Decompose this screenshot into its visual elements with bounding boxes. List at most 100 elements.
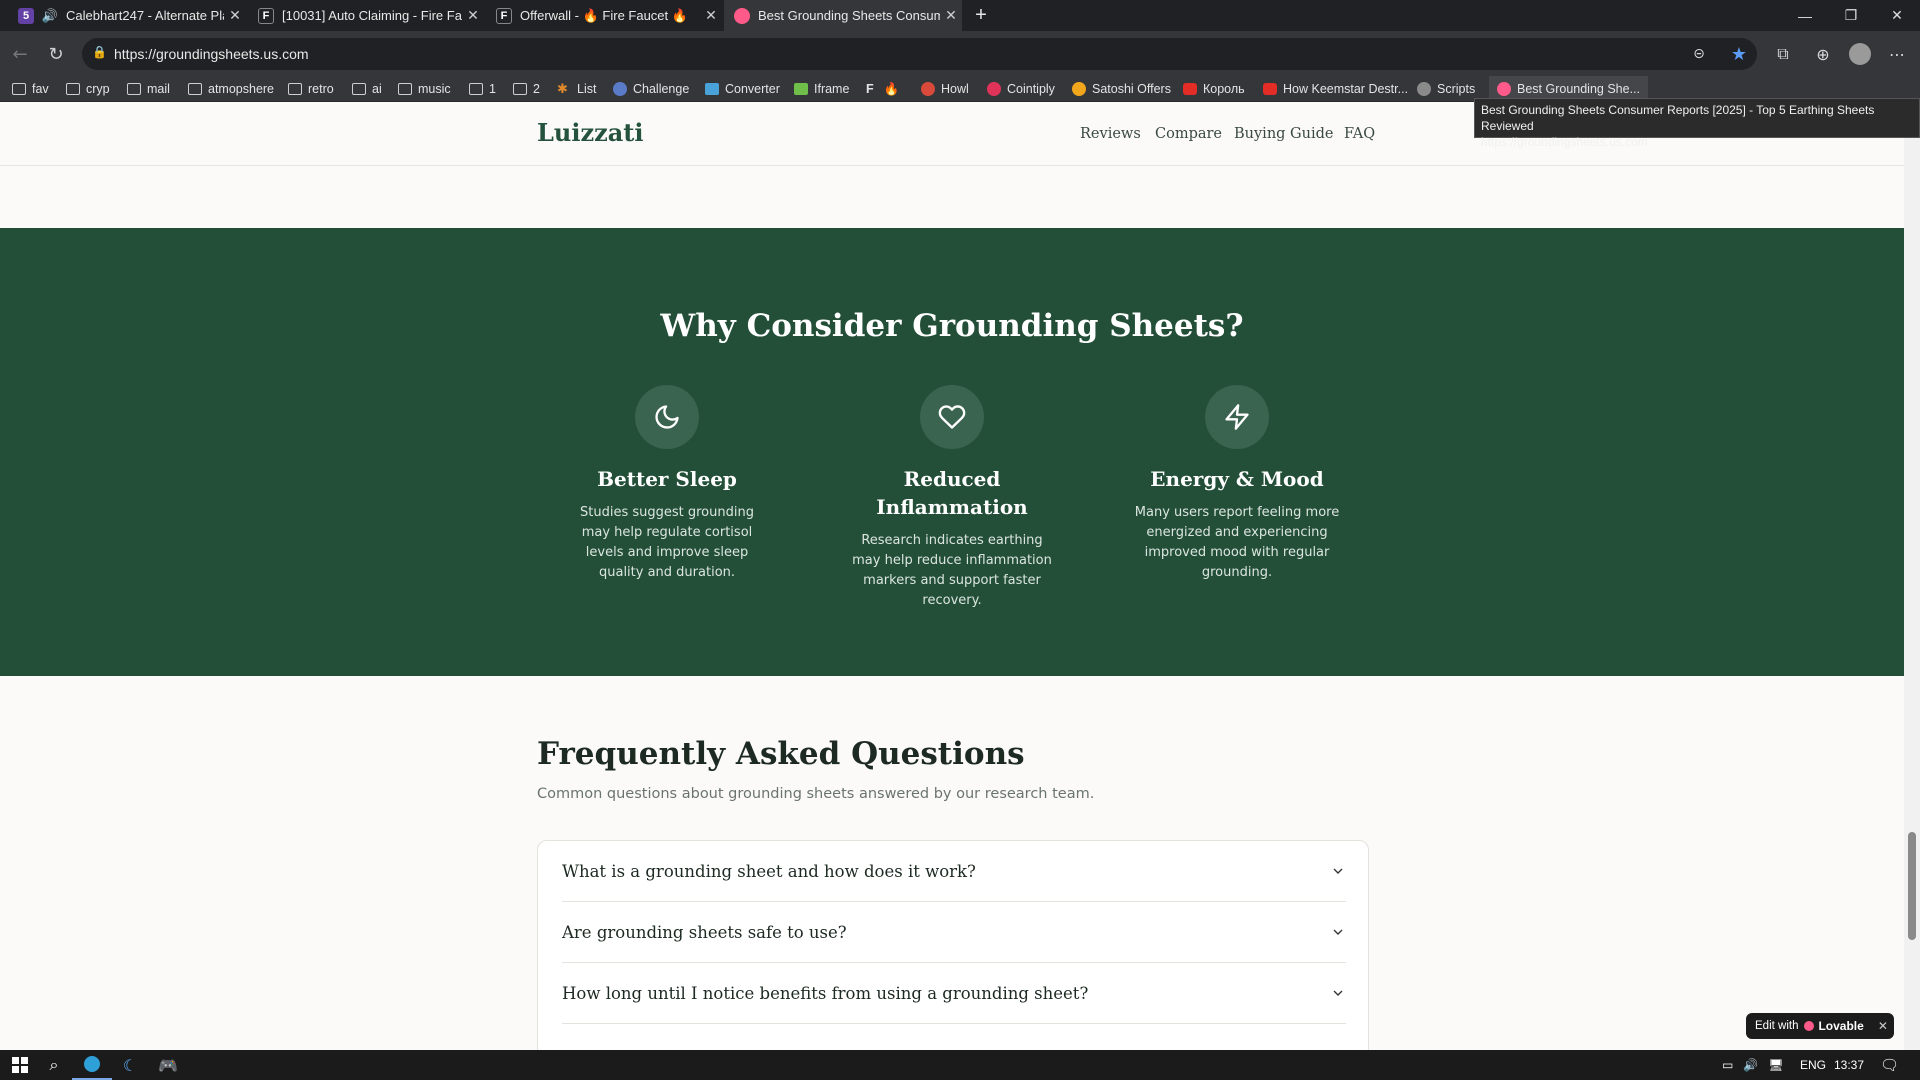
faq-item[interactable]: Are grounding sheets safe to use? [562, 902, 1346, 963]
bookmark-label: atmopshere [208, 82, 275, 96]
close-tab-icon[interactable]: ✕ [224, 7, 246, 24]
close-window-button[interactable]: ✕ [1874, 0, 1920, 31]
tab-calebhart[interactable]: 5 🔊 Calebhart247 - Alternate Play ✕ [8, 0, 246, 31]
nav-faq[interactable]: FAQ [1344, 126, 1375, 142]
tab-title: Calebhart247 - Alternate Play [66, 8, 224, 23]
close-tab-icon[interactable]: ✕ [940, 7, 962, 24]
bookmark-tooltip: Best Grounding Sheets Consumer Reports [… [1474, 98, 1920, 149]
game-icon[interactable]: 🎮 [148, 1050, 188, 1080]
url-bar[interactable]: 🔒 https://groundingsheets.us.com [82, 38, 1757, 70]
tab-offerwall[interactable]: F Offerwall - 🔥 Fire Faucet 🔥 ✕ [486, 0, 722, 31]
tab-auto-claiming[interactable]: F [10031] Auto Claiming - Fire Fauc ✕ [248, 0, 484, 31]
more-menu-icon[interactable]: ⋯ [1884, 41, 1910, 67]
reader-mode-icon[interactable]: ⊝ [1686, 41, 1712, 67]
bookmark-atmopshere[interactable]: atmopshere [188, 76, 274, 102]
new-tab-button[interactable]: + [966, 0, 996, 31]
site-logo[interactable]: Luizzati [537, 118, 643, 147]
feature-reduced-inflammation: Reduced Inflammation Research indicates … [837, 385, 1067, 611]
nav-reviews[interactable]: Reviews [1080, 126, 1141, 142]
faq-question: How long until I notice benefits from us… [562, 983, 1089, 1003]
collections-icon[interactable]: ⊕ [1810, 41, 1836, 67]
bookmark-label: Satoshi Offers [1092, 82, 1171, 96]
extensions-icon[interactable]: ⧉ [1770, 41, 1796, 67]
tooltip-url: https://groundingsheets.us.com [1481, 135, 1648, 149]
bookmark-firefaucet[interactable]: F 🔥 [866, 76, 899, 102]
feature-title: Better Sleep [597, 467, 737, 491]
faq-item[interactable]: How long until I notice benefits from us… [562, 963, 1346, 1024]
back-icon[interactable]: ← [6, 40, 34, 68]
folder-icon [288, 83, 302, 95]
bookmark-challenge[interactable]: Challenge [613, 76, 689, 102]
tab-title: Offerwall - 🔥 Fire Faucet 🔥 [520, 7, 688, 23]
faq-item[interactable]: What is a grounding sheet and how does i… [562, 841, 1346, 902]
edge-icon [84, 1056, 100, 1072]
bookmark-mail[interactable]: mail [127, 76, 170, 102]
heart-icon [920, 385, 984, 449]
scrollbar-thumb[interactable] [1908, 832, 1916, 940]
bookmark-fav[interactable]: fav [12, 76, 49, 102]
edit-with-lovable-badge[interactable]: Edit with Lovable ✕ [1746, 1013, 1894, 1039]
bookmark-label: Scripts [1437, 82, 1476, 96]
folder-icon [127, 83, 141, 95]
bookmark-cryp[interactable]: cryp [66, 76, 110, 102]
bookmark-converter[interactable]: Converter [705, 76, 780, 102]
bookmark-2[interactable]: 2 [513, 76, 540, 102]
close-tab-icon[interactable]: ✕ [700, 7, 722, 24]
bookmark-keemstar[interactable]: How Keemstar Destr... [1263, 76, 1408, 102]
bookmark-retro[interactable]: retro [288, 76, 334, 102]
notification-icon[interactable]: 🗨 [1880, 1050, 1899, 1080]
bookmark-list[interactable]: ✱ List [557, 76, 596, 102]
profile-avatar[interactable] [1847, 41, 1873, 67]
why-section: Why Consider Grounding Sheets? Better Sl… [0, 228, 1904, 676]
close-icon[interactable]: ✕ [1878, 1019, 1888, 1033]
tab-title: [10031] Auto Claiming - Fire Fauc [282, 8, 462, 23]
favorite-star-icon[interactable]: ★ [1726, 41, 1752, 67]
clock[interactable]: 13:37 [1834, 1050, 1864, 1080]
bookmark-ai[interactable]: ai [352, 76, 382, 102]
minimize-button[interactable]: — [1782, 0, 1828, 31]
edge-browser-icon[interactable] [72, 1050, 112, 1080]
folder-icon [352, 83, 366, 95]
bookmark-howl[interactable]: Howl [921, 76, 969, 102]
chevron-down-icon [1333, 868, 1343, 874]
feature-title: Energy & Mood [1150, 467, 1324, 491]
youtube-icon [1263, 83, 1277, 95]
speaker-icon[interactable]: 🔊 [42, 8, 58, 24]
script-icon [1417, 82, 1431, 96]
faq-subtitle: Common questions about grounding sheets … [537, 786, 1095, 802]
converter-icon [705, 83, 719, 95]
bookmark-iframe[interactable]: Iframe [794, 76, 849, 102]
app-icon[interactable]: ☾ [110, 1050, 150, 1080]
close-tab-icon[interactable]: ✕ [462, 7, 484, 24]
section-title: Why Consider Grounding Sheets? [660, 308, 1244, 344]
bookmark-scripts[interactable]: Scripts [1417, 76, 1475, 102]
tray-icons[interactable]: ▭ 🔊 🖥 [1722, 1050, 1784, 1080]
feature-better-sleep: Better Sleep Studies suggest grounding m… [552, 385, 782, 583]
bookmark-cointiply[interactable]: Cointiply [987, 76, 1055, 102]
restore-button[interactable]: ❐ [1828, 0, 1874, 31]
bookmark-label: Challenge [633, 82, 690, 96]
refresh-icon[interactable]: ↻ [42, 40, 70, 68]
firefaucet-icon: F [258, 7, 274, 24]
bookmark-label: Converter [725, 82, 780, 96]
lovable-icon [734, 7, 750, 24]
bookmark-music[interactable]: music [398, 76, 451, 102]
faq-question: Are grounding sheets safe to use? [562, 922, 847, 942]
bookmark-satoshi-offers[interactable]: Satoshi Offers [1072, 76, 1171, 102]
moon-icon [635, 385, 699, 449]
bookmark-label: fav [32, 82, 49, 96]
youtube-icon [1183, 83, 1197, 95]
bookmark-1[interactable]: 1 [469, 76, 496, 102]
nav-buying-guide[interactable]: Buying Guide [1234, 126, 1333, 142]
taskbar [0, 1050, 1920, 1080]
language-indicator[interactable]: ENG [1800, 1050, 1826, 1080]
tab-grounding-sheets[interactable]: Best Grounding Sheets Consumer ✕ [724, 0, 962, 31]
bookmark-label: retro [308, 82, 334, 96]
search-icon[interactable]: ⌕ [34, 1050, 74, 1080]
faq-question: What is a grounding sheet and how does i… [562, 861, 976, 881]
bookmark-korol[interactable]: Король [1183, 76, 1245, 102]
bookmark-label: ai [372, 82, 382, 96]
nav-compare[interactable]: Compare [1155, 126, 1222, 142]
tab-title: Best Grounding Sheets Consumer [758, 8, 940, 23]
star-icon: ✱ [557, 81, 568, 96]
